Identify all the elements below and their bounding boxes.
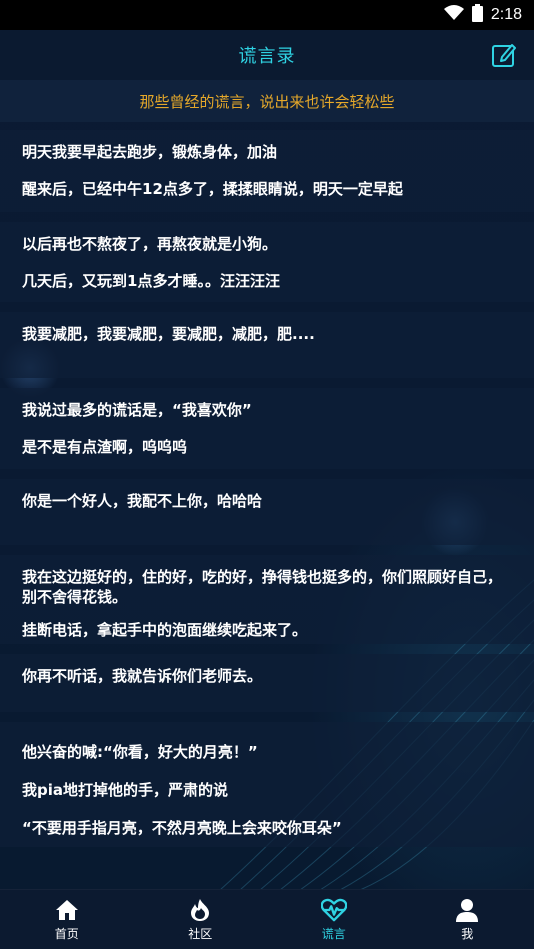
lie-line: 明天我要早起去跑步，锻炼身体，加油: [22, 143, 278, 161]
bottom-nav: 首页 社区 谎言 我: [0, 889, 534, 949]
lie-line: 挂断电话，拿起手中的泡面继续吃起来了。: [22, 621, 308, 639]
lie-line: 是不是有点渣啊，呜呜呜: [22, 438, 188, 456]
lie-card[interactable]: 明天我要早起去跑步，锻炼身体，加油 醒来后，已经中午12点多了，揉揉眼睛说，明天…: [0, 130, 534, 212]
nav-item-community[interactable]: 社区: [134, 890, 268, 949]
lie-card[interactable]: 他兴奋的喊:“你看，好大的月亮！” 我pia地打掉他的手，严肃的说 “不要用手指…: [0, 722, 534, 847]
lie-card[interactable]: 我在这边挺好的，住的好，吃的好，挣得钱也挺多的，你们照顾好自己，别不舍得花钱。 …: [0, 555, 534, 644]
nav-item-me[interactable]: 我: [401, 890, 534, 949]
nav-item-home[interactable]: 首页: [0, 890, 134, 949]
nav-label: 首页: [54, 927, 79, 941]
lie-line: 我在这边挺好的，住的好，吃的好，挣得钱也挺多的，你们照顾好自己，别不舍得花钱。: [22, 568, 503, 606]
lie-card[interactable]: 我说过最多的谎话是，“我喜欢你” 是不是有点渣啊，呜呜呜: [0, 388, 534, 469]
lie-line: 我pia地打掉他的手，严肃的说: [22, 781, 229, 799]
lie-line: 我说过最多的谎话是，“我喜欢你”: [22, 401, 252, 419]
heartbeat-icon: [320, 897, 347, 923]
app-bar: 谎言录: [0, 30, 534, 80]
status-time: 2:18: [490, 6, 522, 23]
nav-label: 社区: [188, 927, 213, 941]
lie-card[interactable]: 以后再也不熬夜了，再熬夜就是小狗。 几天后，又玩到1点多才睡。。汪汪汪汪: [0, 222, 534, 302]
flame-icon: [187, 897, 213, 923]
lie-list: 明天我要早起去跑步，锻炼身体，加油 醒来后，已经中午12点多了，揉揉眼睛说，明天…: [0, 122, 534, 847]
user-icon: [454, 897, 480, 923]
nav-item-lies[interactable]: 谎言: [267, 890, 401, 949]
lie-line: 几天后，又玩到1点多才睡。。汪汪汪汪: [22, 272, 280, 290]
lie-line: 我要减肥，我要减肥，要减肥，减肥，肥....: [22, 325, 315, 343]
page-title: 谎言录: [238, 46, 296, 67]
edit-icon: [492, 44, 516, 67]
home-icon: [54, 897, 80, 923]
lie-card[interactable]: 我要减肥，我要减肥，要减肥，减肥，肥....: [0, 312, 534, 378]
subtitle-bar: 那些曾经的谎言，说出来也许会轻松些: [0, 80, 534, 122]
edit-button[interactable]: [490, 41, 518, 69]
lie-line: “不要用手指月亮，不然月亮晚上会来咬你耳朵”: [22, 819, 342, 837]
lie-line: 醒来后，已经中午12点多了，揉揉眼睛说，明天一定早起: [22, 180, 403, 198]
lie-card[interactable]: 你再不听话，我就告诉你们老师去。: [0, 654, 534, 712]
nav-label: 我: [461, 927, 474, 941]
nav-label: 谎言: [321, 927, 346, 941]
wifi-icon: [443, 5, 464, 25]
battery-icon: [471, 4, 483, 26]
lie-line: 他兴奋的喊:“你看，好大的月亮！”: [22, 743, 258, 761]
status-bar: 2:18: [0, 0, 534, 30]
lie-line: 你是一个好人，我配不上你，哈哈哈: [22, 492, 263, 510]
lie-line: 你再不听话，我就告诉你们老师去。: [22, 667, 263, 685]
subtitle-text: 那些曾经的谎言，说出来也许会轻松些: [139, 92, 395, 111]
lie-card[interactable]: 你是一个好人，我配不上你，哈哈哈: [0, 479, 534, 545]
lie-line: 以后再也不熬夜了，再熬夜就是小狗。: [22, 235, 278, 253]
